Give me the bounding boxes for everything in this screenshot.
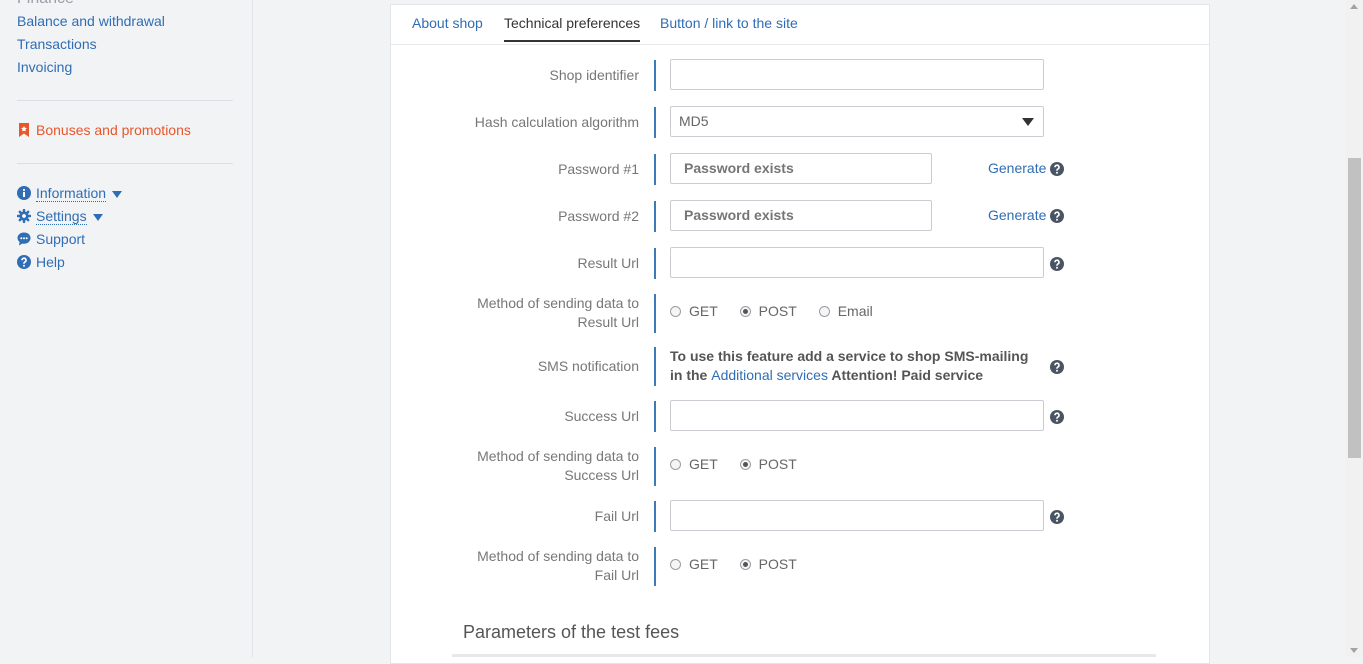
- fail-method-label: Method of sending data to Fail Url: [477, 548, 639, 583]
- info-icon: [17, 186, 31, 200]
- result-method-radio-group: GET POST Email: [670, 302, 891, 319]
- sidebar-item-settings[interactable]: Settings: [36, 208, 103, 225]
- sidebar: Finance Balance and withdrawal Transacti…: [0, 0, 253, 657]
- password2-label: Password #2: [558, 208, 639, 224]
- sms-notification-label: SMS notification: [537, 358, 639, 374]
- gear-icon: [17, 209, 31, 223]
- row-divider: [654, 248, 656, 279]
- shop-identifier-input-field[interactable]: [684, 60, 1030, 89]
- chevron-down-icon: [92, 213, 103, 221]
- success-method-post-radio[interactable]: [739, 458, 751, 470]
- sms-text-after: Attention! Paid service: [831, 367, 984, 383]
- tab-about-shop[interactable]: About shop: [412, 15, 483, 31]
- success-method-label: Method of sending data to Success Url: [477, 448, 639, 483]
- scroll-thumb[interactable]: [1348, 158, 1361, 458]
- fail-method-post-radio[interactable]: [739, 558, 751, 570]
- result-method-get-radio[interactable]: [670, 305, 681, 317]
- success-url-input[interactable]: [670, 400, 1044, 431]
- hash-algorithm-select[interactable]: MD5: [670, 106, 1044, 137]
- scroll-up-arrow-icon[interactable]: [1350, 4, 1358, 9]
- fail-method-radio-group: GET POST: [670, 555, 815, 572]
- help-icon[interactable]: [1050, 209, 1064, 223]
- sidebar-divider: [17, 163, 233, 164]
- result-url-label: Result Url: [577, 255, 639, 271]
- scroll-down-arrow-icon[interactable]: [1350, 648, 1358, 653]
- settings-label: Settings: [36, 208, 87, 225]
- result-url-input[interactable]: [670, 247, 1044, 278]
- page-scrollbar[interactable]: [1346, 0, 1363, 657]
- password2-generate-link[interactable]: Generate: [988, 207, 1046, 223]
- row-divider: [654, 107, 656, 138]
- radio-label: GET: [689, 303, 718, 320]
- row-divider: [654, 294, 656, 333]
- sidebar-item-bonuses[interactable]: Bonuses and promotions: [36, 122, 191, 138]
- sidebar-item-transactions[interactable]: Transactions: [17, 36, 97, 52]
- bookmark-icon: [19, 123, 29, 137]
- help-icon[interactable]: [1050, 510, 1064, 524]
- success-method-radio-group: GET POST: [670, 455, 815, 472]
- result-method-post-radio[interactable]: [739, 305, 751, 317]
- radio-label: Email: [837, 303, 873, 320]
- row-divider: [654, 501, 656, 532]
- shop-identifier-input[interactable]: [670, 59, 1044, 90]
- radio-label: POST: [758, 303, 797, 320]
- fail-url-input[interactable]: [670, 500, 1044, 531]
- fail-url-input-field[interactable]: [684, 501, 1030, 530]
- password2-input[interactable]: [670, 200, 932, 231]
- result-url-input-field[interactable]: [684, 248, 1030, 277]
- sidebar-item-balance[interactable]: Balance and withdrawal: [17, 13, 165, 29]
- tab-bar: About shop Technical preferences Button …: [391, 5, 1209, 45]
- result-method-label: Method of sending data to Result Url: [477, 295, 639, 330]
- test-fees-section-title: Parameters of the test fees: [463, 622, 680, 642]
- fail-method-get-radio[interactable]: [670, 558, 681, 570]
- hash-algorithm-label: Hash calculation algorithm: [474, 114, 639, 130]
- sidebar-item-help[interactable]: Help: [36, 254, 65, 270]
- row-divider: [654, 547, 656, 586]
- password1-input[interactable]: [670, 153, 932, 184]
- password1-generate-link[interactable]: Generate: [988, 160, 1046, 176]
- sms-notification-text: To use this feature add a service to sho…: [670, 347, 1040, 385]
- sidebar-item-support[interactable]: Support: [36, 231, 85, 247]
- chat-bubble-icon: [17, 232, 31, 246]
- shop-identifier-label: Shop identifier: [549, 67, 639, 83]
- help-icon[interactable]: [1050, 360, 1064, 374]
- row-divider: [654, 201, 656, 232]
- help-icon[interactable]: [1050, 410, 1064, 424]
- password1-input-field[interactable]: [684, 154, 918, 183]
- radio-label: POST: [758, 556, 797, 573]
- result-method-email-radio[interactable]: [818, 305, 830, 317]
- tab-button-link[interactable]: Button / link to the site: [660, 15, 798, 31]
- information-label: Information: [36, 185, 107, 202]
- help-icon[interactable]: [1050, 162, 1064, 176]
- success-url-input-field[interactable]: [684, 401, 1030, 430]
- chevron-down-icon: [112, 190, 123, 198]
- fail-url-label: Fail Url: [594, 508, 639, 524]
- password1-label: Password #1: [558, 161, 639, 177]
- row-divider: [654, 60, 656, 91]
- radio-label: GET: [689, 456, 718, 473]
- row-divider: [654, 447, 656, 486]
- tab-technical-preferences[interactable]: Technical preferences: [504, 15, 641, 42]
- success-method-get-radio[interactable]: [670, 458, 681, 470]
- radio-label: POST: [758, 456, 797, 473]
- row-divider: [654, 347, 656, 386]
- question-icon: [17, 255, 31, 269]
- sidebar-item-information[interactable]: Information: [36, 185, 123, 202]
- additional-services-link[interactable]: Additional services: [711, 367, 828, 383]
- sidebar-finance-heading: Finance: [17, 0, 74, 8]
- row-divider: [654, 401, 656, 432]
- radio-label: GET: [689, 556, 718, 573]
- sidebar-item-invoicing[interactable]: Invoicing: [17, 59, 72, 75]
- sidebar-divider: [17, 100, 233, 101]
- hash-algorithm-value: MD5: [679, 113, 709, 129]
- chevron-down-icon: [1022, 118, 1034, 126]
- success-url-label: Success Url: [564, 408, 639, 424]
- row-divider: [654, 154, 656, 185]
- password2-input-field[interactable]: [684, 201, 918, 230]
- help-icon[interactable]: [1050, 257, 1064, 271]
